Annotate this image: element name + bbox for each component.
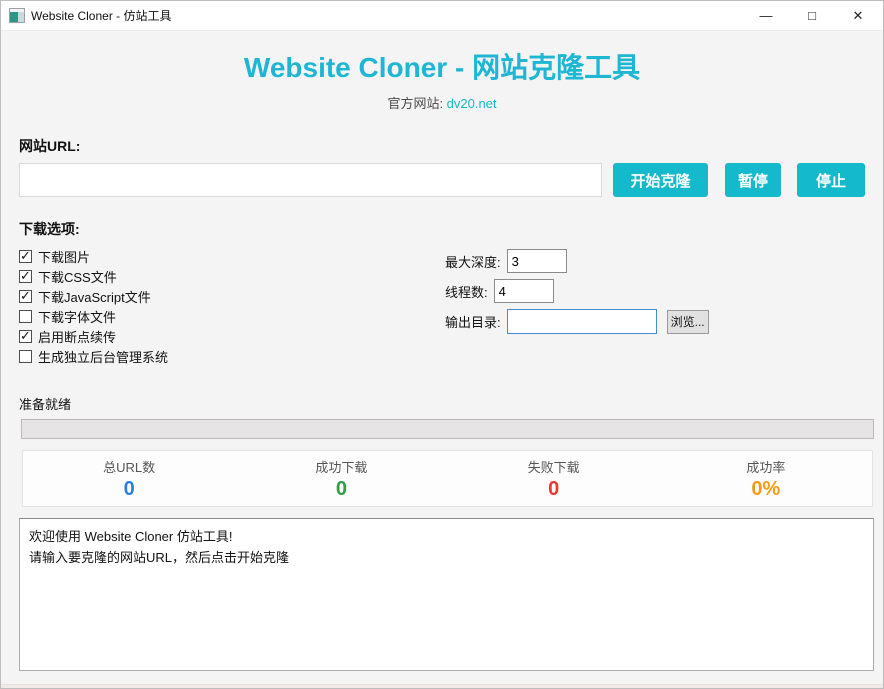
stat-value: 0 bbox=[23, 478, 235, 500]
url-row: 开始克隆 暂停 停止 bbox=[19, 163, 865, 197]
log-line: 欢迎使用 Website Cloner 仿站工具! bbox=[29, 526, 864, 547]
main-content: Website Cloner - 网站克隆工具 官方网站: dv20.net 网… bbox=[1, 51, 883, 689]
checkbox-column: 下载图片 下载CSS文件 下载JavaScript文件 下载字体文件 启用断点续… bbox=[19, 249, 445, 369]
stat-label: 总URL数 bbox=[23, 457, 235, 476]
checkbox-download-css[interactable]: 下载CSS文件 bbox=[19, 269, 445, 283]
progress-bar bbox=[21, 419, 874, 439]
settings-column: 最大深度: 线程数: 输出目录: 浏览... bbox=[445, 249, 865, 369]
checkbox-box-icon[interactable] bbox=[19, 270, 32, 283]
close-button[interactable]: ✕ bbox=[835, 1, 881, 30]
checkbox-download-js[interactable]: 下载JavaScript文件 bbox=[19, 289, 445, 303]
output-dir-row: 输出目录: 浏览... bbox=[445, 309, 865, 334]
checkbox-label: 下载图片 bbox=[38, 247, 90, 266]
log-output[interactable]: 欢迎使用 Website Cloner 仿站工具! 请输入要克隆的网站URL，然… bbox=[19, 518, 874, 671]
checkbox-resume-support[interactable]: 启用断点续传 bbox=[19, 329, 445, 343]
threads-input[interactable] bbox=[494, 279, 554, 303]
output-dir-input[interactable] bbox=[507, 309, 657, 334]
stat-label: 成功率 bbox=[660, 457, 872, 476]
checkbox-box-icon[interactable] bbox=[19, 290, 32, 303]
checkbox-box-icon[interactable] bbox=[19, 350, 32, 363]
stat-value: 0 bbox=[235, 478, 447, 500]
url-input[interactable] bbox=[19, 163, 602, 197]
stat-label: 失败下载 bbox=[448, 457, 660, 476]
pause-button[interactable]: 暂停 bbox=[725, 163, 781, 197]
download-options-label: 下载选项: bbox=[19, 219, 865, 239]
max-depth-input[interactable] bbox=[507, 249, 567, 273]
stop-button[interactable]: 停止 bbox=[797, 163, 865, 197]
stat-failed-downloads: 失败下载 0 bbox=[448, 457, 660, 500]
stat-label: 成功下载 bbox=[235, 457, 447, 476]
threads-row: 线程数: bbox=[445, 279, 865, 303]
checkbox-label: 启用断点续传 bbox=[38, 327, 116, 346]
stat-value: 0 bbox=[448, 478, 660, 500]
stat-value: 0% bbox=[660, 478, 872, 500]
official-site-link[interactable]: dv20.net bbox=[447, 96, 497, 111]
checkbox-box-icon[interactable] bbox=[19, 250, 32, 263]
checkbox-box-icon[interactable] bbox=[19, 330, 32, 343]
app-icon bbox=[9, 8, 25, 23]
checkbox-label: 下载字体文件 bbox=[38, 307, 116, 326]
browse-button[interactable]: 浏览... bbox=[667, 310, 709, 334]
checkbox-label: 生成独立后台管理系统 bbox=[38, 347, 168, 366]
progress-status-text: 准备就绪 bbox=[19, 394, 865, 413]
stats-panel: 总URL数 0 成功下载 0 失败下载 0 成功率 0% bbox=[22, 450, 873, 507]
options-area: 下载图片 下载CSS文件 下载JavaScript文件 下载字体文件 启用断点续… bbox=[19, 249, 865, 369]
checkbox-box-icon[interactable] bbox=[19, 310, 32, 323]
official-site-label: 官方网站: bbox=[387, 96, 446, 111]
app-window: Website Cloner - 仿站工具 — □ ✕ Website Clon… bbox=[0, 0, 884, 689]
page-title: Website Cloner - 网站克隆工具 bbox=[19, 51, 865, 85]
checkbox-generate-admin[interactable]: 生成独立后台管理系统 bbox=[19, 349, 445, 363]
threads-label: 线程数: bbox=[445, 282, 488, 301]
checkbox-label: 下载JavaScript文件 bbox=[38, 287, 151, 306]
stat-success-rate: 成功率 0% bbox=[660, 457, 872, 500]
maximize-button[interactable]: □ bbox=[789, 1, 835, 30]
checkbox-label: 下载CSS文件 bbox=[38, 267, 117, 286]
titlebar: Website Cloner - 仿站工具 — □ ✕ bbox=[1, 1, 883, 31]
stat-success-downloads: 成功下载 0 bbox=[235, 457, 447, 500]
start-clone-button[interactable]: 开始克隆 bbox=[613, 163, 708, 197]
checkbox-download-images[interactable]: 下载图片 bbox=[19, 249, 445, 263]
max-depth-row: 最大深度: bbox=[445, 249, 865, 273]
log-line: 请输入要克隆的网站URL，然后点击开始克隆 bbox=[29, 547, 864, 568]
checkbox-download-fonts[interactable]: 下载字体文件 bbox=[19, 309, 445, 323]
statusbar: 就绪 bbox=[1, 684, 883, 689]
window-title: Website Cloner - 仿站工具 bbox=[31, 7, 171, 24]
max-depth-label: 最大深度: bbox=[445, 252, 501, 271]
stat-total-urls: 总URL数 0 bbox=[23, 457, 235, 500]
minimize-button[interactable]: — bbox=[743, 1, 789, 30]
url-label: 网站URL: bbox=[19, 136, 865, 156]
output-dir-label: 输出目录: bbox=[445, 312, 501, 331]
official-site-line: 官方网站: dv20.net bbox=[19, 93, 865, 112]
